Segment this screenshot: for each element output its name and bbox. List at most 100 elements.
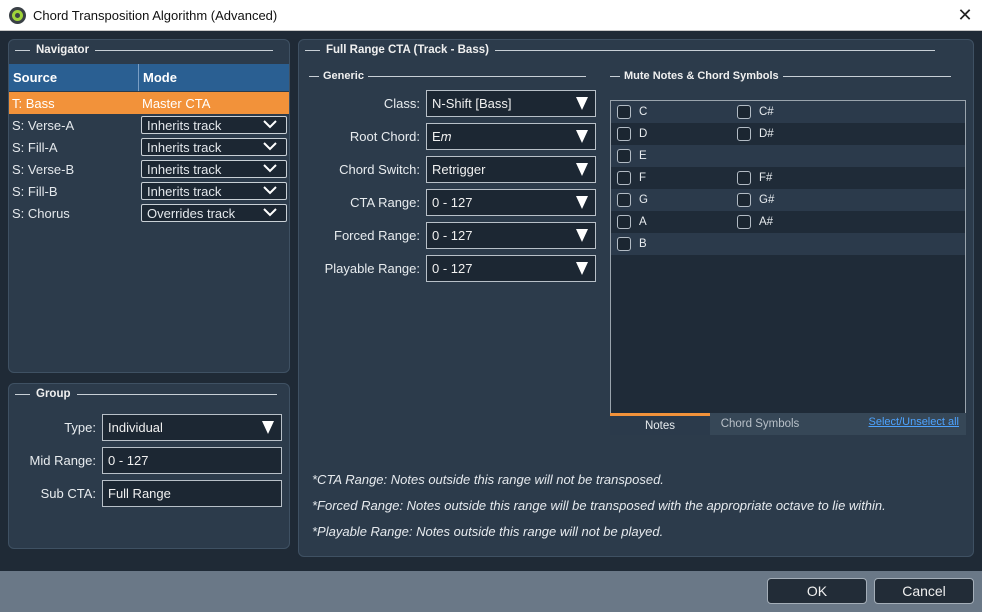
dropdown-arrow-icon bbox=[262, 421, 274, 434]
list-item: G G# bbox=[611, 189, 965, 211]
checkbox[interactable] bbox=[617, 127, 631, 141]
navigator-panel: Navigator Source Mode T: Bass Master CTA… bbox=[8, 39, 290, 373]
navigator-row-fill-b[interactable]: S: Fill-B Inherits track bbox=[9, 180, 289, 202]
navigator-row-verse-b[interactable]: S: Verse-B Inherits track bbox=[9, 158, 289, 180]
mute-notes-legend: Mute Notes & Chord Symbols bbox=[610, 70, 951, 82]
forced-range-select[interactable]: 0 - 127 bbox=[426, 222, 596, 249]
note-g[interactable]: G bbox=[617, 193, 648, 207]
generic-title: Generic bbox=[323, 70, 364, 82]
row-source: S: Verse-B bbox=[12, 161, 75, 177]
checkbox[interactable] bbox=[617, 149, 631, 163]
playable-range-label: Playable Range: bbox=[324, 261, 420, 276]
row-source: S: Fill-B bbox=[12, 183, 58, 199]
root-chord-row: Root Chord: E𝑚 bbox=[299, 123, 596, 150]
column-header-mode: Mode bbox=[143, 70, 177, 85]
dropdown-arrow-icon bbox=[576, 229, 588, 242]
checkbox[interactable] bbox=[737, 171, 751, 185]
checkbox[interactable] bbox=[617, 237, 631, 251]
close-icon[interactable]: ✕ bbox=[954, 4, 976, 26]
mode-select[interactable]: Inherits track bbox=[141, 138, 287, 156]
sub-cta-label: Sub CTA: bbox=[40, 486, 96, 501]
forced-range-row: Forced Range: 0 - 127 bbox=[299, 222, 596, 249]
note-c[interactable]: C bbox=[617, 105, 647, 119]
tab-chord-symbols[interactable]: Chord Symbols bbox=[710, 413, 810, 435]
sub-cta-field[interactable]: Full Range bbox=[102, 480, 282, 507]
checkbox[interactable] bbox=[617, 105, 631, 119]
column-header-source: Source bbox=[9, 64, 139, 91]
mode-select-value: Inherits track bbox=[147, 161, 222, 177]
note-f[interactable]: F bbox=[617, 171, 646, 185]
note-d-sharp[interactable]: D# bbox=[737, 127, 774, 141]
cta-range-select[interactable]: 0 - 127 bbox=[426, 189, 596, 216]
note-label: A# bbox=[759, 216, 774, 228]
list-item: C C# bbox=[611, 101, 965, 123]
mode-select[interactable]: Overrides track bbox=[141, 204, 287, 222]
list-item: D D# bbox=[611, 123, 965, 145]
row-source: S: Chorus bbox=[12, 205, 70, 221]
note-a-sharp[interactable]: A# bbox=[737, 215, 773, 229]
note-label: D bbox=[639, 128, 648, 140]
cancel-button[interactable]: Cancel bbox=[874, 578, 974, 604]
mid-range-field[interactable]: 0 - 127 bbox=[102, 447, 282, 474]
group-title: Group bbox=[36, 388, 71, 400]
checkbox[interactable] bbox=[617, 215, 631, 229]
dialog-content: Navigator Source Mode T: Bass Master CTA… bbox=[0, 31, 982, 571]
cta-range-row: CTA Range: 0 - 127 bbox=[299, 189, 596, 216]
dropdown-arrow-icon bbox=[576, 163, 588, 176]
mid-range-label: Mid Range: bbox=[29, 453, 96, 468]
playable-range-select[interactable]: 0 - 127 bbox=[426, 255, 596, 282]
button-bar: OK Cancel bbox=[0, 571, 982, 612]
note-f-sharp[interactable]: F# bbox=[737, 171, 772, 185]
footnote-cta-range: *CTA Range: Notes outside this range wil… bbox=[312, 472, 664, 487]
note-label: C bbox=[639, 106, 648, 118]
checkbox[interactable] bbox=[617, 193, 631, 207]
chord-switch-label: Chord Switch: bbox=[339, 162, 420, 177]
playable-range-row: Playable Range: 0 - 127 bbox=[299, 255, 596, 282]
note-a[interactable]: A bbox=[617, 215, 647, 229]
class-select[interactable]: N-Shift [Bass] bbox=[426, 90, 596, 117]
type-select[interactable]: Individual bbox=[102, 414, 282, 441]
tab-notes[interactable]: Notes bbox=[610, 413, 710, 435]
title-bar: Chord Transposition Algorithm (Advanced)… bbox=[0, 0, 982, 31]
full-range-legend: Full Range CTA (Track - Bass) bbox=[305, 44, 935, 56]
navigator-row-bass[interactable]: T: Bass Master CTA bbox=[9, 92, 289, 114]
root-chord-select[interactable]: E𝑚 bbox=[426, 123, 596, 150]
app-logo-icon bbox=[9, 7, 26, 24]
checkbox[interactable] bbox=[737, 105, 751, 119]
note-g-sharp[interactable]: G# bbox=[737, 193, 774, 207]
note-label: A bbox=[639, 216, 647, 228]
note-c-sharp[interactable]: C# bbox=[737, 105, 774, 119]
navigator-row-chorus[interactable]: S: Chorus Overrides track bbox=[9, 202, 289, 224]
checkbox[interactable] bbox=[737, 215, 751, 229]
checkbox[interactable] bbox=[737, 127, 751, 141]
row-mode: Master CTA bbox=[142, 95, 211, 111]
group-panel: Group Type: Individual Mid Range: 0 - 12… bbox=[8, 383, 290, 549]
root-chord-label: Root Chord: bbox=[349, 129, 420, 144]
note-d[interactable]: D bbox=[617, 127, 647, 141]
chord-switch-select[interactable]: Retrigger bbox=[426, 156, 596, 183]
select-unselect-all-link[interactable]: Select/Unselect all bbox=[869, 416, 960, 428]
navigator-row-fill-a[interactable]: S: Fill-A Inherits track bbox=[9, 136, 289, 158]
note-label: D# bbox=[759, 128, 774, 140]
mode-select[interactable]: Inherits track bbox=[141, 160, 287, 178]
navigator-legend: Navigator bbox=[15, 44, 274, 56]
cta-range-value: 0 - 127 bbox=[432, 195, 473, 210]
checkbox[interactable] bbox=[737, 193, 751, 207]
mode-select[interactable]: Inherits track bbox=[141, 182, 287, 200]
chevron-down-icon bbox=[263, 164, 277, 173]
chevron-down-icon bbox=[263, 208, 277, 217]
forced-range-value: 0 - 127 bbox=[432, 228, 473, 243]
mode-select-value: Overrides track bbox=[147, 205, 236, 221]
navigator-row-verse-a[interactable]: S: Verse-A Inherits track bbox=[9, 114, 289, 136]
row-source: S: Verse-A bbox=[12, 117, 75, 133]
checkbox[interactable] bbox=[617, 171, 631, 185]
mode-select-value: Inherits track bbox=[147, 117, 222, 133]
mode-select-value: Inherits track bbox=[147, 183, 222, 199]
note-b[interactable]: B bbox=[617, 237, 647, 251]
mode-select[interactable]: Inherits track bbox=[141, 116, 287, 134]
note-label: G bbox=[639, 194, 648, 206]
navigator-header: Source Mode bbox=[9, 64, 289, 91]
ok-button[interactable]: OK bbox=[767, 578, 867, 604]
note-e[interactable]: E bbox=[617, 149, 647, 163]
class-value: N-Shift [Bass] bbox=[432, 96, 512, 111]
